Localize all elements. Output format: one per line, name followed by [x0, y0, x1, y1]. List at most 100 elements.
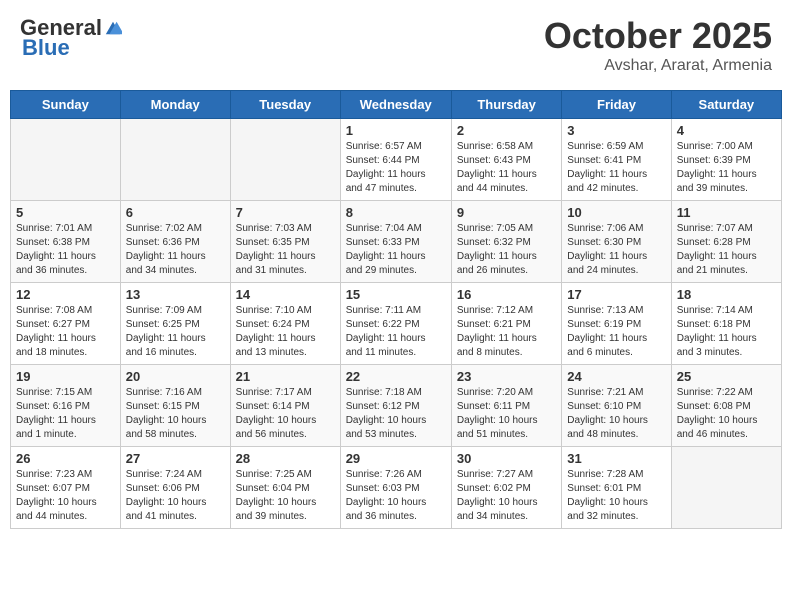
- day-of-week-header: Wednesday: [340, 91, 451, 119]
- day-info: Sunrise: 7:16 AM Sunset: 6:15 PM Dayligh…: [126, 386, 225, 442]
- day-info: Sunrise: 7:12 AM Sunset: 6:21 PM Dayligh…: [457, 304, 556, 360]
- calendar-week-row: 1Sunrise: 6:57 AM Sunset: 6:44 PM Daylig…: [11, 119, 782, 201]
- day-number: 23: [457, 369, 556, 384]
- calendar-cell: 25 Sunrise: 7:22 AM Sunset: 6:08 PM Dayli…: [671, 365, 781, 447]
- calendar-cell: 4 Sunrise: 7:00 AM Sunset: 6:39 PM Daylig…: [671, 119, 781, 201]
- day-number: 27: [126, 451, 225, 466]
- day-info: Sunrise: 7:11 AM Sunset: 6:22 PM Dayligh…: [346, 304, 446, 360]
- day-number: 22: [346, 369, 446, 384]
- day-number: 29: [346, 451, 446, 466]
- calendar-cell: 29 Sunrise: 7:26 AM Sunset: 6:03 PM Dayli…: [340, 447, 451, 529]
- day-of-week-header: Tuesday: [230, 91, 340, 119]
- day-number: 14: [236, 287, 335, 302]
- day-number: 19: [16, 369, 115, 384]
- calendar-cell: [11, 119, 121, 201]
- day-number: 1: [346, 123, 446, 138]
- calendar-cell: 18 Sunrise: 7:14 AM Sunset: 6:18 PM Dayli…: [671, 283, 781, 365]
- calendar-cell: 31Sunrise: 7:28 AM Sunset: 6:01 PM Dayli…: [562, 447, 671, 529]
- calendar-cell: 16Sunrise: 7:12 AM Sunset: 6:21 PM Dayli…: [451, 283, 561, 365]
- day-info: Sunrise: 6:58 AM Sunset: 6:43 PM Dayligh…: [457, 140, 556, 196]
- location-subtitle: Avshar, Ararat, Armenia: [544, 57, 772, 75]
- day-info: Sunrise: 7:10 AM Sunset: 6:24 PM Dayligh…: [236, 304, 335, 360]
- day-number: 18: [677, 287, 776, 302]
- calendar-cell: 10 Sunrise: 7:06 AM Sunset: 6:30 PM Dayli…: [562, 201, 671, 283]
- calendar-table: SundayMondayTuesdayWednesdayThursdayFrid…: [10, 90, 782, 529]
- calendar-cell: 14 Sunrise: 7:10 AM Sunset: 6:24 PM Dayli…: [230, 283, 340, 365]
- calendar-cell: 7 Sunrise: 7:03 AM Sunset: 6:35 PM Daylig…: [230, 201, 340, 283]
- calendar-week-row: 26 Sunrise: 7:23 AM Sunset: 6:07 PM Dayli…: [11, 447, 782, 529]
- calendar-cell: 3 Sunrise: 6:59 AM Sunset: 6:41 PM Daylig…: [562, 119, 671, 201]
- day-info: Sunrise: 7:24 AM Sunset: 6:06 PM Dayligh…: [126, 468, 225, 524]
- day-number: 6: [126, 205, 225, 220]
- title-block: October 2025 Avshar, Ararat, Armenia: [544, 15, 772, 75]
- calendar-cell: 11 Sunrise: 7:07 AM Sunset: 6:28 PM Dayli…: [671, 201, 781, 283]
- day-of-week-header: Friday: [562, 91, 671, 119]
- day-info: Sunrise: 7:28 AM Sunset: 6:01 PM Dayligh…: [567, 468, 665, 524]
- calendar-cell: 8Sunrise: 7:04 AM Sunset: 6:33 PM Daylig…: [340, 201, 451, 283]
- day-number: 30: [457, 451, 556, 466]
- day-info: Sunrise: 7:03 AM Sunset: 6:35 PM Dayligh…: [236, 222, 335, 278]
- calendar-cell: 6 Sunrise: 7:02 AM Sunset: 6:36 PM Daylig…: [120, 201, 230, 283]
- calendar-week-row: 19 Sunrise: 7:15 AM Sunset: 6:16 PM Dayli…: [11, 365, 782, 447]
- day-number: 8: [346, 205, 446, 220]
- calendar-cell: 21Sunrise: 7:17 AM Sunset: 6:14 PM Dayli…: [230, 365, 340, 447]
- calendar-cell: [671, 447, 781, 529]
- calendar-cell: 26 Sunrise: 7:23 AM Sunset: 6:07 PM Dayli…: [11, 447, 121, 529]
- day-number: 24: [567, 369, 665, 384]
- month-title: October 2025: [544, 15, 772, 57]
- day-info: Sunrise: 7:06 AM Sunset: 6:30 PM Dayligh…: [567, 222, 665, 278]
- calendar-cell: 19 Sunrise: 7:15 AM Sunset: 6:16 PM Dayli…: [11, 365, 121, 447]
- calendar-cell: 27 Sunrise: 7:24 AM Sunset: 6:06 PM Dayli…: [120, 447, 230, 529]
- calendar-cell: 15Sunrise: 7:11 AM Sunset: 6:22 PM Dayli…: [340, 283, 451, 365]
- day-info: Sunrise: 7:22 AM Sunset: 6:08 PM Dayligh…: [677, 386, 776, 442]
- calendar-cell: 20 Sunrise: 7:16 AM Sunset: 6:15 PM Dayli…: [120, 365, 230, 447]
- calendar-cell: [120, 119, 230, 201]
- day-info: Sunrise: 7:23 AM Sunset: 6:07 PM Dayligh…: [16, 468, 115, 524]
- day-info: Sunrise: 7:02 AM Sunset: 6:36 PM Dayligh…: [126, 222, 225, 278]
- calendar-cell: 2 Sunrise: 6:58 AM Sunset: 6:43 PM Daylig…: [451, 119, 561, 201]
- day-info: Sunrise: 7:25 AM Sunset: 6:04 PM Dayligh…: [236, 468, 335, 524]
- day-of-week-header: Monday: [120, 91, 230, 119]
- logo-icon: [104, 19, 122, 37]
- calendar-cell: 23Sunrise: 7:20 AM Sunset: 6:11 PM Dayli…: [451, 365, 561, 447]
- day-info: Sunrise: 7:14 AM Sunset: 6:18 PM Dayligh…: [677, 304, 776, 360]
- calendar-week-row: 12Sunrise: 7:08 AM Sunset: 6:27 PM Dayli…: [11, 283, 782, 365]
- calendar-cell: 12Sunrise: 7:08 AM Sunset: 6:27 PM Dayli…: [11, 283, 121, 365]
- day-of-week-header: Thursday: [451, 91, 561, 119]
- day-info: Sunrise: 7:15 AM Sunset: 6:16 PM Dayligh…: [16, 386, 115, 442]
- day-info: Sunrise: 7:05 AM Sunset: 6:32 PM Dayligh…: [457, 222, 556, 278]
- day-info: Sunrise: 7:21 AM Sunset: 6:10 PM Dayligh…: [567, 386, 665, 442]
- day-number: 28: [236, 451, 335, 466]
- day-number: 17: [567, 287, 665, 302]
- day-info: Sunrise: 6:59 AM Sunset: 6:41 PM Dayligh…: [567, 140, 665, 196]
- day-of-week-header: Saturday: [671, 91, 781, 119]
- day-number: 25: [677, 369, 776, 384]
- day-number: 26: [16, 451, 115, 466]
- day-info: Sunrise: 7:00 AM Sunset: 6:39 PM Dayligh…: [677, 140, 776, 196]
- calendar-cell: 28 Sunrise: 7:25 AM Sunset: 6:04 PM Dayli…: [230, 447, 340, 529]
- day-info: Sunrise: 7:26 AM Sunset: 6:03 PM Dayligh…: [346, 468, 446, 524]
- day-info: Sunrise: 7:18 AM Sunset: 6:12 PM Dayligh…: [346, 386, 446, 442]
- day-number: 5: [16, 205, 115, 220]
- day-info: Sunrise: 7:17 AM Sunset: 6:14 PM Dayligh…: [236, 386, 335, 442]
- day-number: 9: [457, 205, 556, 220]
- page-header: General Blue October 2025 Avshar, Ararat…: [10, 10, 782, 80]
- day-number: 20: [126, 369, 225, 384]
- logo-blue-text: Blue: [22, 35, 70, 61]
- day-info: Sunrise: 7:07 AM Sunset: 6:28 PM Dayligh…: [677, 222, 776, 278]
- day-number: 4: [677, 123, 776, 138]
- day-number: 2: [457, 123, 556, 138]
- day-of-week-header: Sunday: [11, 91, 121, 119]
- calendar-cell: 9 Sunrise: 7:05 AM Sunset: 6:32 PM Daylig…: [451, 201, 561, 283]
- day-number: 11: [677, 205, 776, 220]
- calendar-header-row: SundayMondayTuesdayWednesdayThursdayFrid…: [11, 91, 782, 119]
- calendar-cell: 24 Sunrise: 7:21 AM Sunset: 6:10 PM Dayli…: [562, 365, 671, 447]
- day-number: 3: [567, 123, 665, 138]
- day-info: Sunrise: 7:09 AM Sunset: 6:25 PM Dayligh…: [126, 304, 225, 360]
- day-number: 7: [236, 205, 335, 220]
- calendar-cell: 17Sunrise: 7:13 AM Sunset: 6:19 PM Dayli…: [562, 283, 671, 365]
- day-info: Sunrise: 7:01 AM Sunset: 6:38 PM Dayligh…: [16, 222, 115, 278]
- day-number: 10: [567, 205, 665, 220]
- logo: General Blue: [20, 15, 122, 61]
- day-number: 12: [16, 287, 115, 302]
